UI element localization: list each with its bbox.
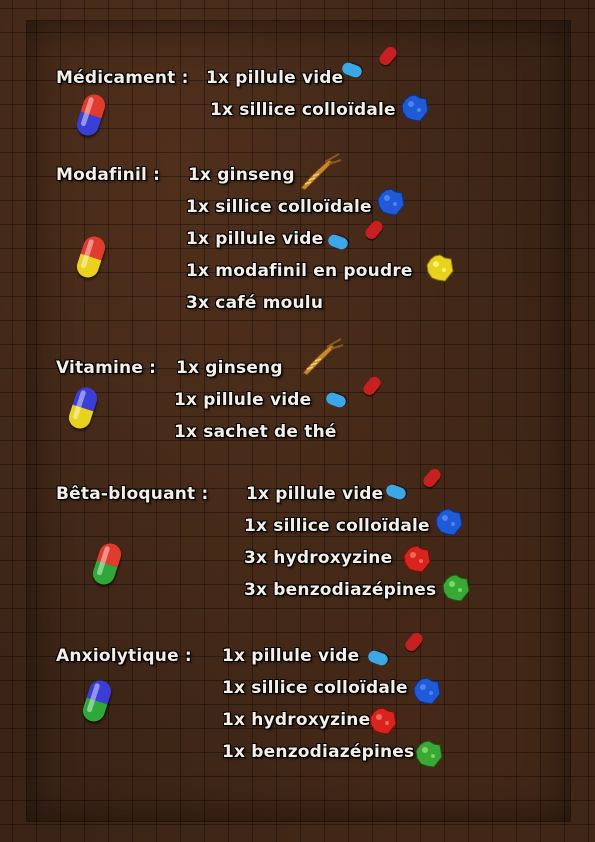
empty-pill-icon bbox=[324, 218, 394, 258]
ingredient-text: 1x ginseng bbox=[176, 358, 283, 378]
red-powder-icon bbox=[403, 545, 431, 573]
ingredient-text: 1x sillice colloïdale bbox=[222, 678, 408, 698]
ingredient-text: 1x sachet de thé bbox=[174, 422, 337, 442]
recipe-title-anxiolytique: Anxiolytique : bbox=[56, 646, 192, 666]
ingredient-text: 1x pillule vide bbox=[186, 229, 324, 249]
green-powder-icon bbox=[415, 740, 443, 768]
ingredient-text: 1x modafinil en poudre bbox=[186, 261, 413, 281]
ingredient-text: 1x pillule vide bbox=[246, 484, 384, 504]
ingredient-text: 1x pillule vide bbox=[222, 646, 360, 666]
ingredient-text: 3x café moulu bbox=[186, 293, 324, 313]
ingredient-text: 3x benzodiazépines bbox=[244, 580, 437, 600]
green-powder-icon bbox=[442, 574, 470, 602]
ingredient-text: 1x hydroxyzine bbox=[222, 710, 371, 730]
empty-pill-icon bbox=[322, 374, 392, 414]
empty-pill-icon bbox=[338, 44, 408, 88]
ingredient-text: 1x sillice colloïdale bbox=[186, 197, 372, 217]
empty-pill-icon bbox=[382, 466, 452, 506]
red-powder-icon bbox=[369, 707, 397, 735]
empty-pill-icon bbox=[364, 630, 434, 670]
blue-powder-icon bbox=[377, 188, 405, 216]
blue-powder-icon bbox=[401, 94, 429, 122]
ingredient-text: 1x pillule vide bbox=[206, 68, 344, 88]
ginseng-root-icon bbox=[302, 338, 344, 376]
ingredient-text: 1x ginseng bbox=[188, 165, 295, 185]
recipe-title-medicament: Médicament : bbox=[56, 68, 189, 88]
yellow-powder-icon bbox=[426, 254, 454, 282]
ingredient-text: 1x benzodiazépines bbox=[222, 742, 415, 762]
blue-powder-icon bbox=[435, 508, 463, 536]
ginseng-root-icon bbox=[300, 153, 342, 191]
recipe-title-modafinil: Modafinil : bbox=[56, 165, 161, 185]
blue-powder-icon bbox=[413, 677, 441, 705]
ingredient-text: 3x hydroxyzine bbox=[244, 548, 393, 568]
ingredient-text: 1x pillule vide bbox=[174, 390, 312, 410]
recipe-title-beta-bloquant: Bêta-bloquant : bbox=[56, 484, 209, 504]
recipe-title-vitamine: Vitamine : bbox=[56, 358, 157, 378]
ingredient-text: 1x sillice colloïdale bbox=[210, 100, 396, 120]
ingredient-text: 1x sillice colloïdale bbox=[244, 516, 430, 536]
